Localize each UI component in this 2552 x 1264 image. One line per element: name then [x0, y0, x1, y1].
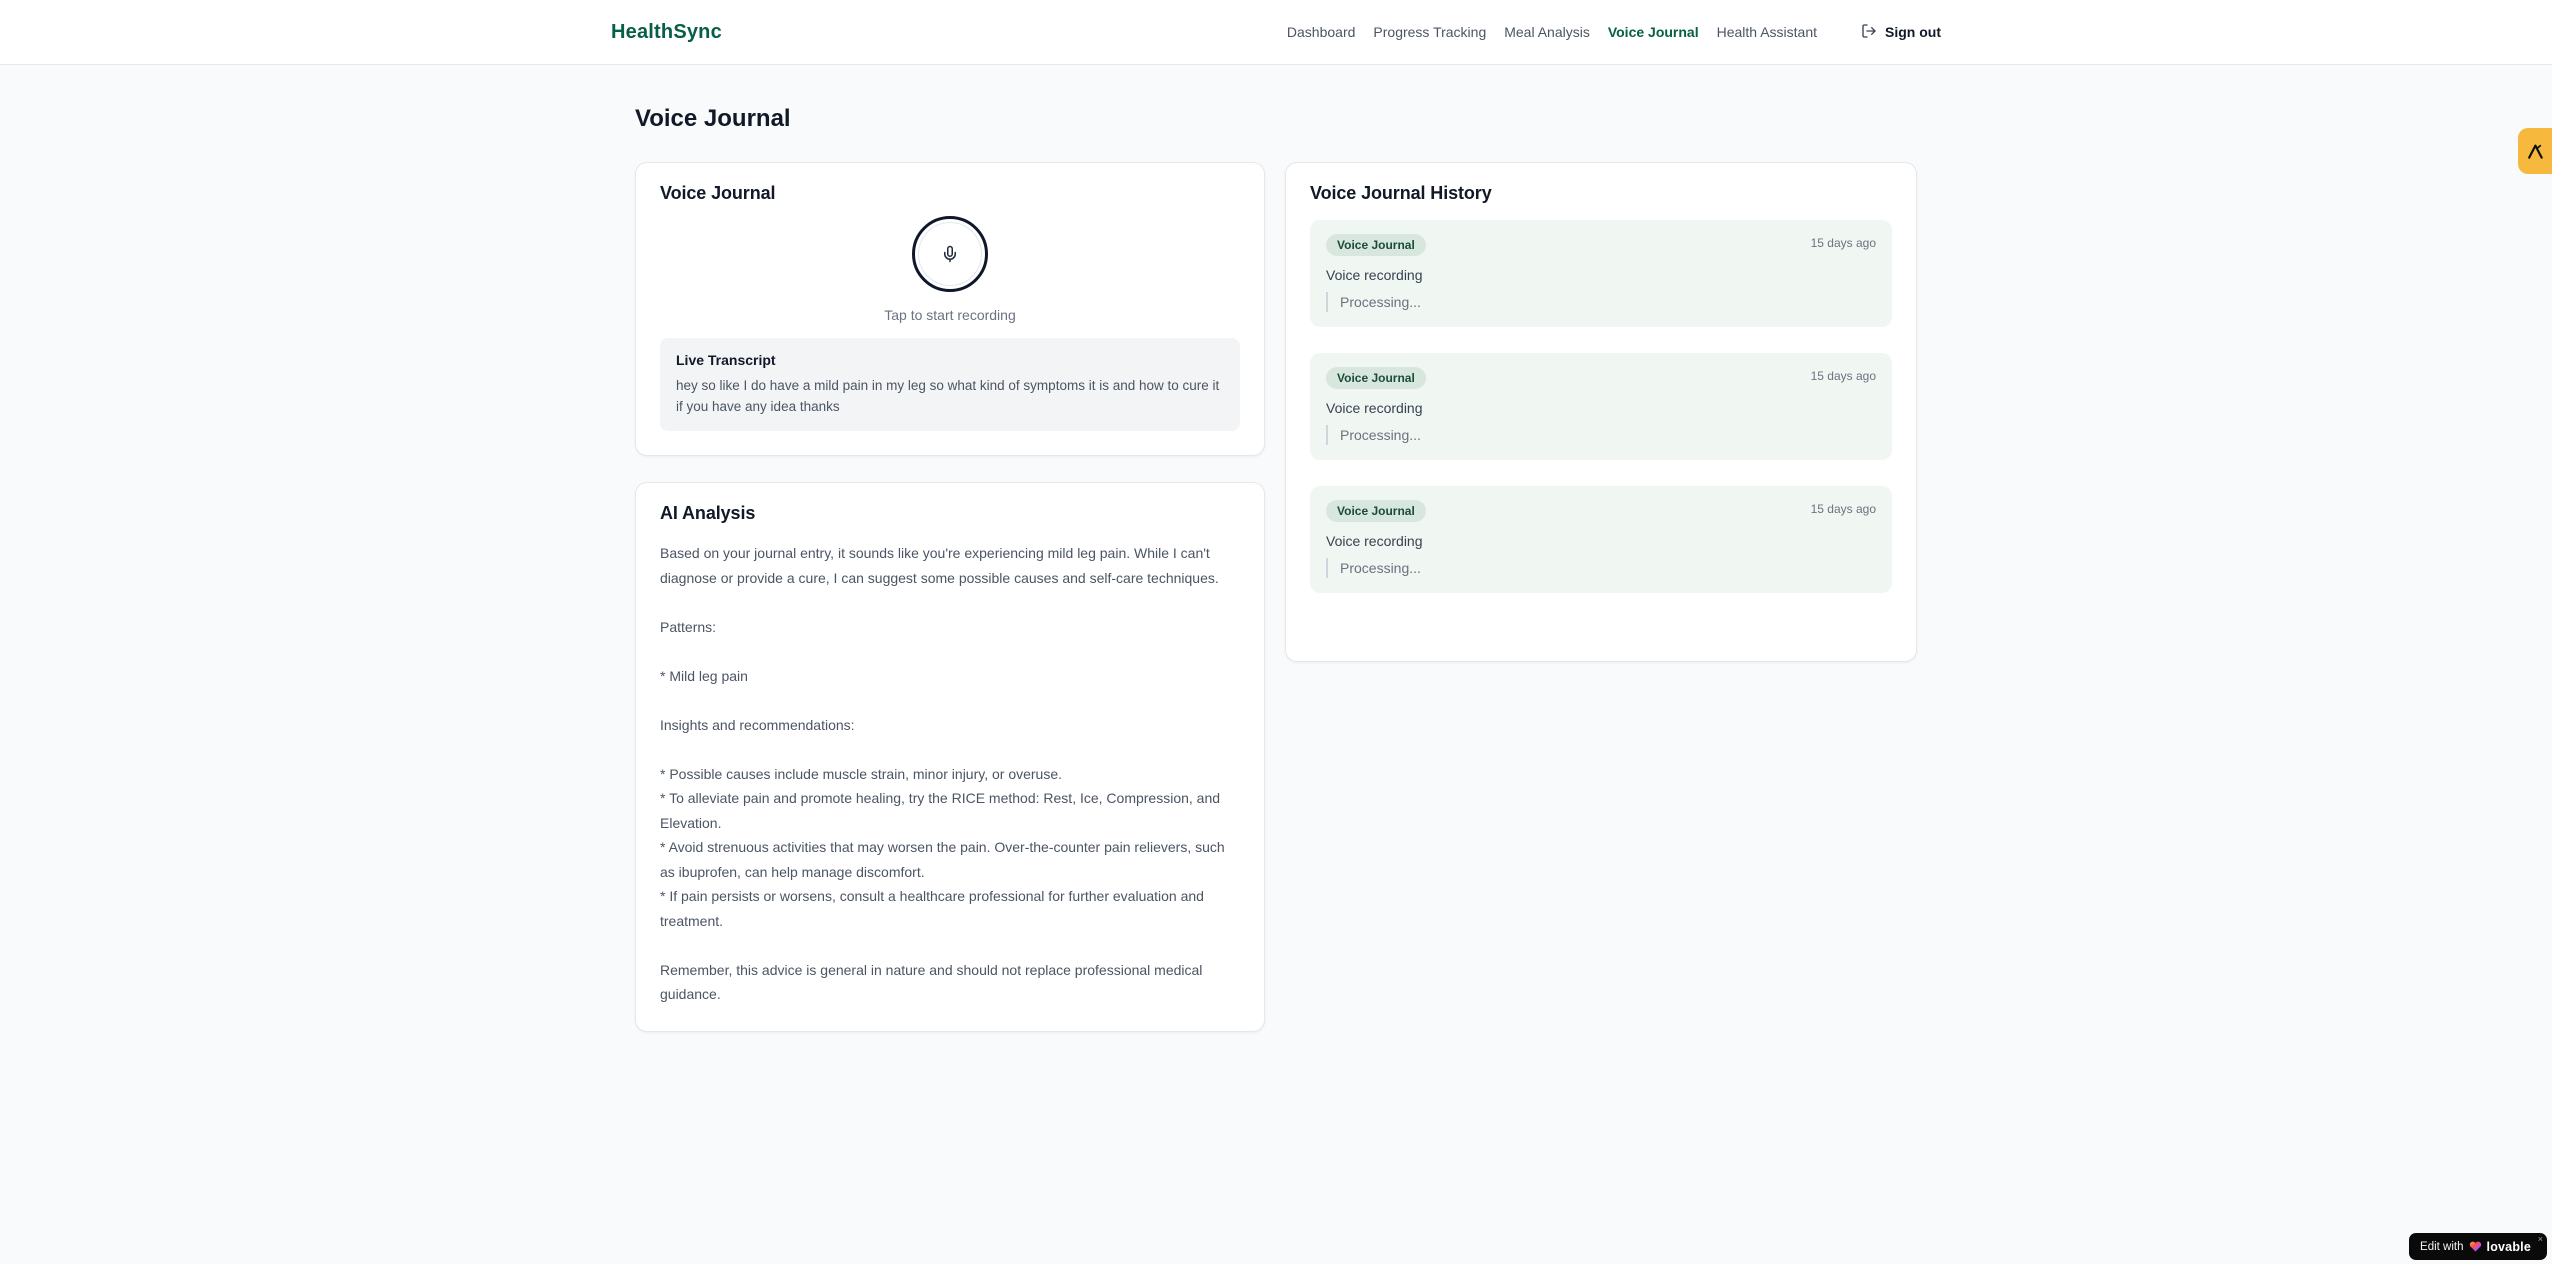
entry-status: Processing...: [1326, 425, 1876, 445]
history-entry[interactable]: Voice Journal 15 days ago Voice recordin…: [1310, 353, 1892, 460]
nav-dashboard[interactable]: Dashboard: [1287, 24, 1356, 40]
main-nav: Dashboard Progress Tracking Meal Analysi…: [1287, 23, 1941, 42]
main-content: Voice Journal Voice Journal Tap to start…: [0, 65, 2552, 1032]
sign-out-button[interactable]: Sign out: [1861, 23, 1941, 42]
lovable-badge[interactable]: Edit with lovable ×: [2409, 1233, 2547, 1260]
entry-timestamp: 15 days ago: [1810, 502, 1876, 516]
history-entry[interactable]: Voice Journal 15 days ago Voice recordin…: [1310, 220, 1892, 327]
heart-icon: [2469, 1240, 2482, 1253]
ai-analysis-title: AI Analysis: [660, 503, 756, 523]
entry-timestamp: 15 days ago: [1810, 369, 1876, 383]
entry-type-badge: Voice Journal: [1326, 234, 1426, 256]
logout-icon: [1861, 23, 1877, 42]
floating-side-badge[interactable]: [2518, 128, 2552, 174]
top-navbar: HealthSync Dashboard Progress Tracking M…: [0, 0, 2552, 65]
nav-voice-journal[interactable]: Voice Journal: [1608, 24, 1699, 40]
ai-analysis-card: AI Analysis Based on your journal entry,…: [635, 482, 1265, 1032]
nav-meal-analysis[interactable]: Meal Analysis: [1504, 24, 1590, 40]
entry-type-badge: Voice Journal: [1326, 367, 1426, 389]
entry-title: Voice recording: [1326, 400, 1423, 416]
recorder-card-title: Voice Journal: [660, 183, 776, 203]
history-card-title: Voice Journal History: [1310, 183, 1492, 203]
entry-type-badge: Voice Journal: [1326, 500, 1426, 522]
tap-to-record-hint: Tap to start recording: [884, 307, 1016, 323]
record-button[interactable]: [912, 216, 988, 292]
microphone-icon: [944, 245, 956, 263]
voice-journal-recorder-card: Voice Journal Tap to start recording Liv…: [635, 162, 1265, 456]
page-title: Voice Journal: [635, 105, 791, 132]
live-transcript-title: Live Transcript: [676, 352, 776, 368]
voice-journal-history-card: Voice Journal History Voice Journal 15 d…: [1285, 162, 1917, 662]
live-transcript-box: Live Transcript hey so like I do have a …: [660, 338, 1240, 431]
close-icon[interactable]: ×: [2538, 1235, 2543, 1244]
nav-progress-tracking[interactable]: Progress Tracking: [1373, 24, 1486, 40]
history-entry[interactable]: Voice Journal 15 days ago Voice recordin…: [1310, 486, 1892, 593]
lovable-badge-prefix: Edit with: [2420, 1240, 2464, 1253]
nav-health-assistant[interactable]: Health Assistant: [1717, 24, 1817, 40]
history-entries-list: Voice Journal 15 days ago Voice recordin…: [1310, 220, 1892, 593]
entry-status: Processing...: [1326, 558, 1876, 578]
sign-out-label: Sign out: [1885, 24, 1941, 40]
entry-status: Processing...: [1326, 292, 1876, 312]
entry-timestamp: 15 days ago: [1810, 236, 1876, 250]
logo-mark-icon: [2528, 144, 2543, 159]
entry-title: Voice recording: [1326, 533, 1423, 549]
ai-analysis-body: Based on your journal entry, it sounds l…: [660, 545, 1225, 1002]
entry-title: Voice recording: [1326, 267, 1423, 283]
lovable-badge-brand: lovable: [2486, 1239, 2531, 1254]
live-transcript-text: hey so like I do have a mild pain in my …: [676, 378, 1220, 414]
brand-logo[interactable]: HealthSync: [611, 21, 722, 44]
